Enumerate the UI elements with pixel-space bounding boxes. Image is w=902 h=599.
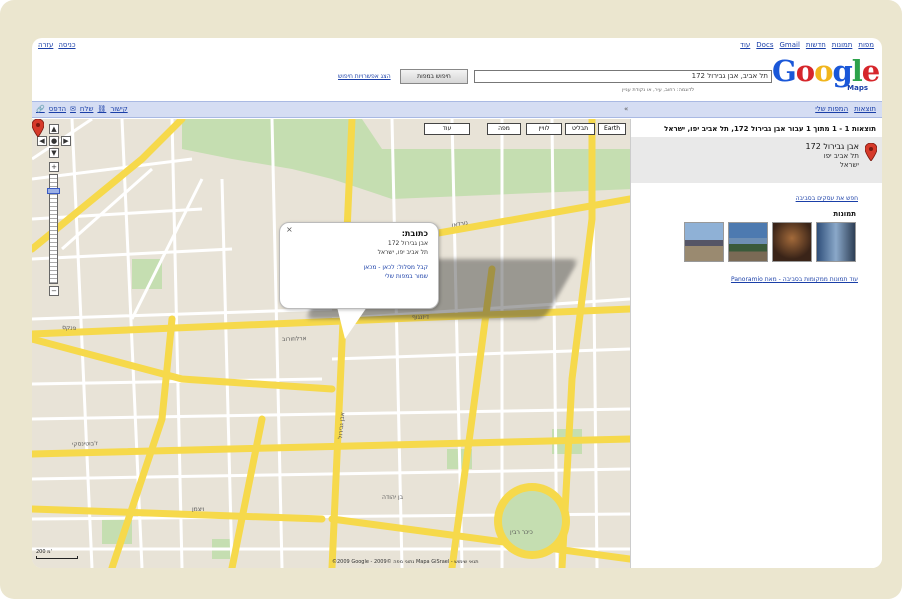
service-link[interactable]: Gmail <box>779 41 799 49</box>
tab-my-maps[interactable]: המפות שלי <box>815 105 848 113</box>
pan-up-icon[interactable]: ▲ <box>49 124 59 134</box>
map-type-terrain[interactable]: תבליט <box>565 123 595 135</box>
link-link[interactable]: קישור <box>110 105 127 113</box>
map-type-satellite[interactable]: לוויין <box>526 123 562 135</box>
top-links-bar: מפות תמונות חדשות Gmail Docs עוד כניסה ע… <box>32 38 882 54</box>
street-label: בן יהודה <box>382 494 404 501</box>
street-label: ז'בוטינסקי <box>72 440 98 448</box>
account-links: כניסה עזרה <box>38 41 76 49</box>
map-scale: 200 מ' <box>36 549 78 559</box>
search-maps-button[interactable]: חיפוש במפות <box>400 69 468 84</box>
photo-thumbnail[interactable] <box>684 222 724 262</box>
browser-screen: מפות תמונות חדשות Gmail Docs עוד כניסה ע… <box>32 38 882 568</box>
nearby-search-link[interactable]: חפש את עסקים בסביבה <box>796 195 858 202</box>
service-link[interactable]: מפות <box>858 41 874 49</box>
map-tiles: ארלוזורוב ז'בוטינסקי אבן גבירול נורדאו פ… <box>32 119 630 568</box>
more-photos-link[interactable]: עוד תמונות ממקומות בסביבה - מאת Panorami… <box>731 276 858 283</box>
save-to-my-maps-link[interactable]: שמור במפות שלי <box>290 273 428 280</box>
info-window-address-line: אבן גבירול 172 <box>387 240 428 247</box>
signin-link[interactable]: כניסה <box>58 41 75 49</box>
info-window-city-line: תל אביב יפו, ישראל <box>377 249 428 256</box>
directions-link[interactable]: קבל מסלול: לכאן - מכאן <box>290 264 429 271</box>
screenshot-frame: מפות תמונות חדשות Gmail Docs עוד כניסה ע… <box>0 0 902 599</box>
collapse-panel-icon[interactable]: « <box>624 105 628 113</box>
park-area <box>132 259 162 289</box>
result-marker-icon <box>865 143 877 161</box>
search-input[interactable]: תל אביב, אבן גבירול 172 <box>474 70 772 83</box>
results-panel: תוצאות 1 - 1 מתוך 1 עבור אבן גבירול 172,… <box>630 119 882 568</box>
results-header: תוצאות 1 - 1 מתוך 1 עבור אבן גבירול 172,… <box>664 125 876 133</box>
google-logo[interactable]: Google Maps <box>772 56 880 94</box>
result-name[interactable]: אבן גבירול 172 <box>806 142 859 151</box>
street-label: ארלוזורוב <box>282 335 307 343</box>
close-icon[interactable]: × <box>286 225 293 234</box>
map-type-map[interactable]: מפה <box>487 123 521 135</box>
logo-wordmark: Google <box>772 54 880 88</box>
pan-center-icon[interactable]: ● <box>49 136 59 146</box>
service-links: מפות תמונות חדשות Gmail Docs עוד <box>740 41 874 49</box>
toolbar: 🔗 הדפס ✉ שלח ⛓ קישור « תוצאות המפות שלי <box>32 101 882 118</box>
print-link[interactable]: הדפס <box>49 105 66 113</box>
zoom-in-button[interactable]: + <box>49 162 59 172</box>
result-city: תל אביב יפו <box>823 152 859 160</box>
pan-down-icon[interactable]: ▼ <box>49 148 59 158</box>
location-marker-icon[interactable] <box>32 119 44 137</box>
service-link[interactable]: Docs <box>756 41 773 49</box>
search-hint: לדוגמה: רחוב, עיר, או נקודת עניין <box>622 87 695 93</box>
tab-results[interactable]: תוצאות <box>854 105 876 113</box>
toolbar-actions: 🔗 הדפס ✉ שלח ⛓ קישור <box>36 105 128 113</box>
zoom-slider-thumb[interactable] <box>47 188 60 194</box>
scale-label: 200 מ' <box>36 549 52 555</box>
photo-thumbnail[interactable] <box>816 222 856 262</box>
map-canvas[interactable]: ארלוזורוב ז'בוטינסקי אבן גבירול נורדאו פ… <box>32 119 630 568</box>
service-link[interactable]: עוד <box>740 41 750 49</box>
service-link[interactable]: תמונות <box>832 41 853 49</box>
map-type-more[interactable]: עוד <box>424 123 470 135</box>
street-label: ויצמן <box>192 506 205 513</box>
info-window-tail <box>337 307 367 339</box>
photo-thumbnail[interactable] <box>772 222 812 262</box>
street-label: פנקס <box>62 324 77 332</box>
result-item[interactable]: אבן גבירול 172 תל אביב יפו ישראל <box>631 137 882 183</box>
photo-thumbnail[interactable] <box>728 222 768 262</box>
photo-strip <box>684 222 856 262</box>
street-label: כיכר רבין <box>510 529 533 536</box>
map-copyright: ©2009 Google - נתוני מפה ©2009 Mapa GiSr… <box>332 559 479 565</box>
zoom-control: ▲ ◀ ● ▶ ▼ + − <box>35 124 73 296</box>
service-link[interactable]: חדשות <box>806 41 826 49</box>
panel-tabs: תוצאות המפות שלי <box>815 105 876 113</box>
show-options-link[interactable]: הצג אפשרויות חיפוש <box>338 73 391 80</box>
logo-subtext: Maps <box>847 84 868 92</box>
header: Google Maps תל אביב, אבן גבירול 172 חיפו… <box>32 54 882 100</box>
send-link[interactable]: שלח <box>80 105 94 113</box>
info-window: × כתובת: אבן גבירול 172 תל אביב יפו, ישר… <box>279 222 439 309</box>
result-country: ישראל <box>839 161 859 169</box>
pan-left-icon[interactable]: ◀ <box>37 136 47 146</box>
mail-icon: ✉ <box>70 105 76 113</box>
map-type-earth[interactable]: Earth <box>598 123 626 135</box>
pan-right-icon[interactable]: ▶ <box>61 136 71 146</box>
chain-icon: ⛓ <box>97 105 107 113</box>
zoom-out-button[interactable]: − <box>49 286 59 296</box>
link-icon: 🔗 <box>36 105 45 113</box>
info-window-title: כתובת: <box>401 229 428 238</box>
rabin-square-park <box>502 491 562 551</box>
help-link[interactable]: עזרה <box>38 41 53 49</box>
scale-bar <box>36 556 78 559</box>
photos-label: תמונות <box>833 210 856 218</box>
